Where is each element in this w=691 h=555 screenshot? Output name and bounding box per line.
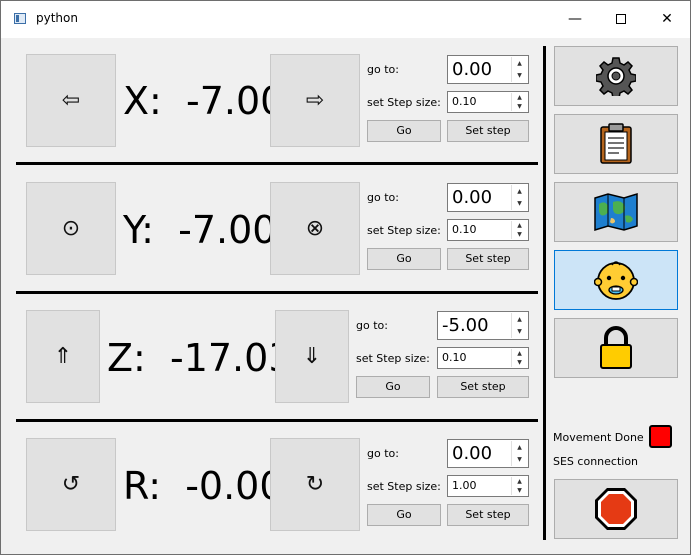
spin-up-icon[interactable]: ▲ bbox=[512, 313, 527, 326]
stop-sign-icon bbox=[595, 488, 637, 530]
movement-done-indicator bbox=[649, 425, 672, 448]
x-goto-spinbox[interactable]: 0.00 ▲ ▼ bbox=[447, 55, 529, 84]
x-set-step-button[interactable]: Set step bbox=[447, 120, 529, 142]
z-step-spinbox[interactable]: 0.10 ▲ ▼ bbox=[437, 347, 529, 369]
z-goto-label: go to: bbox=[356, 319, 388, 332]
x-positive-button[interactable]: ⇨ bbox=[270, 54, 360, 147]
y-step-label: set Step size: bbox=[367, 224, 441, 237]
spin-up-icon[interactable]: ▲ bbox=[512, 441, 527, 454]
y-set-step-button[interactable]: Set step bbox=[447, 248, 529, 270]
ses-connection-label: SES connection bbox=[553, 455, 639, 468]
x-step-spinbox[interactable]: 0.10 ▲ ▼ bbox=[447, 91, 529, 113]
spin-down-icon[interactable]: ▼ bbox=[512, 358, 527, 367]
z-positive-button[interactable]: ⇓ bbox=[275, 310, 349, 403]
maximize-button[interactable] bbox=[598, 1, 644, 38]
emergency-stop-button[interactable] bbox=[554, 479, 678, 539]
spin-up-icon[interactable]: ▲ bbox=[512, 93, 527, 102]
z-goto-value: -5.00 bbox=[442, 315, 489, 336]
row-divider bbox=[16, 162, 538, 165]
spin-up-icon[interactable]: ▲ bbox=[512, 57, 527, 70]
y-negative-button[interactable]: ⊙ bbox=[26, 182, 116, 275]
spin-up-icon[interactable]: ▲ bbox=[512, 185, 527, 198]
r-position-readout: R: -0.00 bbox=[123, 464, 284, 508]
baby-mode-button[interactable] bbox=[554, 250, 678, 310]
z-position-readout: Z: -17.03 bbox=[107, 336, 293, 380]
r-step-spinbox[interactable]: 1.00 ▲ ▼ bbox=[447, 475, 529, 497]
spin-down-icon[interactable]: ▼ bbox=[512, 230, 527, 239]
r-step-value: 1.00 bbox=[452, 479, 477, 492]
y-step-value: 0.10 bbox=[452, 223, 477, 236]
clipboard-icon bbox=[600, 123, 632, 164]
spin-down-icon[interactable]: ▼ bbox=[512, 102, 527, 111]
maximize-icon bbox=[616, 14, 626, 24]
window-title: python bbox=[36, 11, 78, 25]
z-set-step-button[interactable]: Set step bbox=[437, 376, 529, 398]
row-divider bbox=[16, 419, 538, 422]
y-step-spinbox[interactable]: 0.10 ▲ ▼ bbox=[447, 219, 529, 241]
sidebar-divider bbox=[543, 46, 546, 540]
z-go-button[interactable]: Go bbox=[356, 376, 430, 398]
y-goto-label: go to: bbox=[367, 191, 399, 204]
x-go-button[interactable]: Go bbox=[367, 120, 441, 142]
map-icon bbox=[594, 192, 638, 232]
z-step-label: set Step size: bbox=[356, 352, 430, 365]
row-divider bbox=[16, 291, 538, 294]
gear-icon bbox=[596, 57, 636, 96]
log-button[interactable] bbox=[554, 114, 678, 174]
r-goto-label: go to: bbox=[367, 447, 399, 460]
title-bar: python — ✕ bbox=[1, 1, 690, 38]
spin-up-icon[interactable]: ▲ bbox=[512, 349, 527, 358]
r-positive-button[interactable]: ↻ bbox=[270, 438, 360, 531]
spin-down-icon[interactable]: ▼ bbox=[512, 486, 527, 495]
spin-up-icon[interactable]: ▲ bbox=[512, 221, 527, 230]
x-goto-label: go to: bbox=[367, 63, 399, 76]
settings-button[interactable] bbox=[554, 46, 678, 106]
lock-icon bbox=[600, 326, 632, 369]
r-set-step-button[interactable]: Set step bbox=[447, 504, 529, 526]
baby-icon bbox=[594, 261, 638, 300]
r-goto-spinbox[interactable]: 0.00 ▲ ▼ bbox=[447, 439, 529, 468]
minimize-button[interactable]: — bbox=[552, 1, 598, 38]
y-goto-spinbox[interactable]: 0.00 ▲ ▼ bbox=[447, 183, 529, 212]
x-step-label: set Step size: bbox=[367, 96, 441, 109]
z-negative-button[interactable]: ⇑ bbox=[26, 310, 100, 403]
spin-down-icon[interactable]: ▼ bbox=[512, 198, 527, 211]
spin-up-icon[interactable]: ▲ bbox=[512, 477, 527, 486]
z-step-value: 0.10 bbox=[442, 351, 467, 364]
y-goto-value: 0.00 bbox=[452, 187, 493, 208]
y-positive-button[interactable]: ⊗ bbox=[270, 182, 360, 275]
r-goto-value: 0.00 bbox=[452, 443, 493, 464]
z-goto-spinbox[interactable]: -5.00 ▲ ▼ bbox=[437, 311, 529, 340]
map-button[interactable] bbox=[554, 182, 678, 242]
app-window: python — ✕ ⇦ X: -7.00 ⇨ go to: 0.00 ▲ ▼ s… bbox=[0, 0, 691, 555]
lock-button[interactable] bbox=[554, 318, 678, 378]
close-button[interactable]: ✕ bbox=[644, 1, 690, 38]
y-go-button[interactable]: Go bbox=[367, 248, 441, 270]
spin-down-icon[interactable]: ▼ bbox=[512, 326, 527, 339]
r-step-label: set Step size: bbox=[367, 480, 441, 493]
movement-done-label: Movement Done bbox=[553, 431, 644, 444]
spin-down-icon[interactable]: ▼ bbox=[512, 454, 527, 467]
spin-down-icon[interactable]: ▼ bbox=[512, 70, 527, 83]
x-goto-value: 0.00 bbox=[452, 59, 493, 80]
r-negative-button[interactable]: ↺ bbox=[26, 438, 116, 531]
app-icon bbox=[14, 13, 26, 24]
x-negative-button[interactable]: ⇦ bbox=[26, 54, 116, 147]
x-position-readout: X: -7.00 bbox=[123, 79, 285, 123]
y-position-readout: Y: -7.00 bbox=[123, 208, 277, 252]
r-go-button[interactable]: Go bbox=[367, 504, 441, 526]
x-step-value: 0.10 bbox=[452, 95, 477, 108]
